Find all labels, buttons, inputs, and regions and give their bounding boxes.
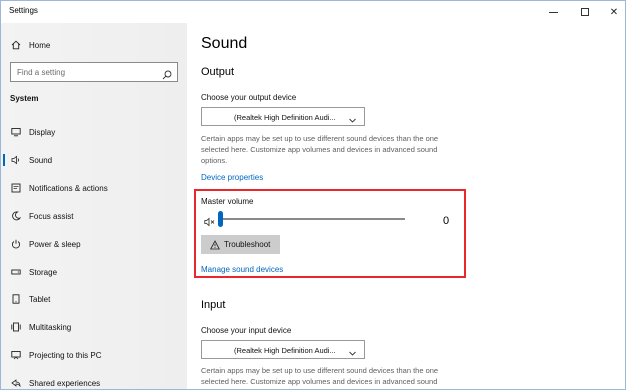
input-device-dropdown[interactable]: (Realtek High Definition Audi... (201, 340, 365, 359)
sidebar-item-notifications[interactable]: Notifications & actions (1, 177, 187, 199)
manage-sound-devices-link[interactable]: Manage sound devices (201, 265, 283, 274)
search-input[interactable]: Find a setting (10, 62, 178, 82)
sidebar-item-storage[interactable]: Storage (1, 261, 187, 283)
sidebar-item-display[interactable]: Display (1, 121, 187, 143)
sidebar-item-power-sleep[interactable]: Power & sleep (1, 233, 187, 255)
input-heading: Input (201, 299, 226, 311)
sidebar-item-label: Power & sleep (29, 239, 81, 249)
home-icon (11, 40, 21, 50)
page-title: Sound (201, 35, 248, 52)
minimize-button[interactable] (538, 1, 568, 23)
input-description: Certain apps may be set up to use differ… (201, 366, 439, 386)
multitasking-icon (11, 322, 21, 332)
sidebar-item-multitasking[interactable]: Multitasking (1, 316, 187, 338)
title-bar: Settings ✕ (1, 1, 625, 23)
master-volume-label: Master volume (201, 197, 254, 206)
sidebar-item-home[interactable]: Home (1, 34, 187, 56)
sidebar-item-label: Focus assist (29, 211, 74, 221)
input-device-label: Choose your input device (201, 326, 292, 335)
tablet-icon (11, 294, 21, 304)
warning-icon (210, 239, 220, 250)
output-heading: Output (201, 66, 235, 78)
volume-value: 0 (443, 215, 450, 227)
troubleshoot-button[interactable]: Troubleshoot (201, 235, 280, 254)
sidebar-item-label: Shared experiences (29, 378, 101, 388)
close-icon: ✕ (609, 6, 619, 18)
storage-icon (11, 267, 21, 277)
sidebar-item-label: Storage (29, 267, 58, 277)
output-device-dropdown[interactable]: (Realtek High Definition Audi... (201, 107, 365, 126)
search-icon (162, 67, 172, 80)
display-icon (11, 127, 21, 137)
speaker-icon (11, 155, 21, 165)
sidebar-item-tablet[interactable]: Tablet (1, 288, 187, 310)
maximize-button[interactable] (570, 1, 600, 23)
sidebar-item-label: Sound (29, 155, 53, 165)
sidebar-item-label: Multitasking (29, 322, 72, 332)
section-label-system: System (10, 94, 39, 103)
volume-slider-thumb[interactable] (218, 211, 223, 227)
search-placeholder: Find a setting (17, 68, 66, 77)
troubleshoot-label: Troubleshoot (224, 240, 271, 249)
sidebar-item-label: Tablet (29, 294, 51, 304)
chevron-down-icon (348, 112, 357, 123)
output-description: Certain apps may be set up to use differ… (201, 134, 439, 165)
main-content: Sound Output Choose your output device (… (187, 23, 625, 389)
notifications-icon (11, 183, 21, 193)
input-device-value: (Realtek High Definition Audi... (234, 346, 336, 355)
close-button[interactable]: ✕ (599, 1, 625, 23)
speaker-muted-icon[interactable] (204, 214, 216, 227)
output-device-label: Choose your output device (201, 93, 297, 102)
sidebar-item-label: Home (29, 40, 51, 50)
projecting-icon (11, 350, 21, 360)
maximize-icon (581, 8, 589, 16)
sidebar-item-shared-experiences[interactable]: Shared experiences (1, 372, 187, 389)
window-title: Settings (9, 6, 38, 15)
sidebar-item-sound[interactable]: Sound (1, 149, 187, 171)
device-properties-link[interactable]: Device properties (201, 173, 263, 182)
minimize-icon (548, 11, 558, 13)
sidebar-item-focus-assist[interactable]: Focus assist (1, 205, 187, 227)
sidebar-item-label: Display (29, 127, 56, 137)
sidebar-item-projecting[interactable]: Projecting to this PC (1, 344, 187, 366)
moon-icon (11, 211, 21, 221)
sidebar-item-label: Notifications & actions (29, 183, 108, 193)
output-device-value: (Realtek High Definition Audi... (234, 113, 336, 122)
settings-window: Settings ✕ Home Find a setting System Di… (0, 0, 626, 390)
sidebar: Home Find a setting System Display Sound (1, 23, 187, 389)
chevron-down-icon (348, 345, 357, 356)
power-icon (11, 239, 21, 249)
sidebar-item-label: Projecting to this PC (29, 350, 102, 360)
shared-experiences-icon (11, 378, 21, 388)
volume-slider-track[interactable] (220, 218, 405, 220)
